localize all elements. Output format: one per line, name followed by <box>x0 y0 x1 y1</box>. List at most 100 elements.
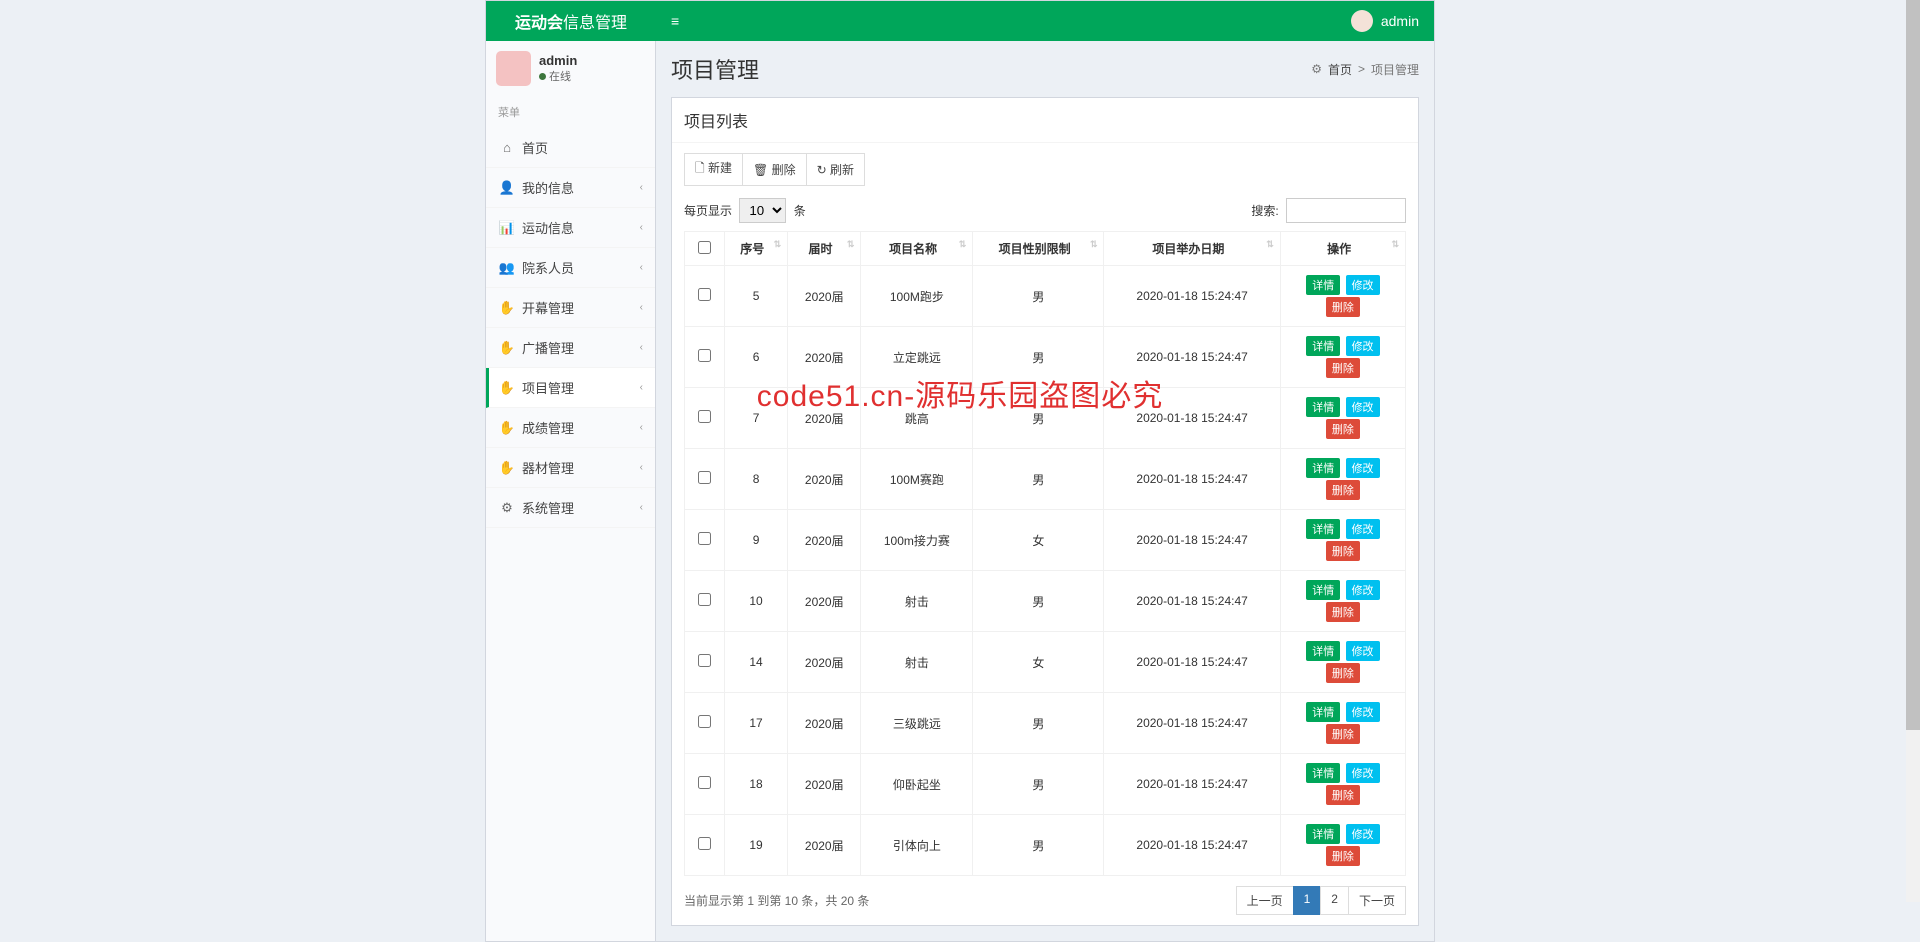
sidebar-item-8[interactable]: ✋器材管理‹ <box>486 448 655 488</box>
col-header[interactable]: 操作⇅ <box>1280 232 1405 266</box>
cell-gender: 女 <box>973 510 1104 571</box>
edit-button[interactable]: 修改 <box>1346 641 1380 661</box>
delete-row-button[interactable]: 删除 <box>1326 297 1360 317</box>
page-1[interactable]: 1 <box>1293 886 1322 915</box>
breadcrumb: ⚙ 首页 > 项目管理 <box>1311 61 1419 78</box>
detail-button[interactable]: 详情 <box>1306 641 1340 661</box>
user-name: admin <box>539 53 577 68</box>
edit-button[interactable]: 修改 <box>1346 824 1380 844</box>
row-checkbox[interactable] <box>698 593 711 606</box>
edit-button[interactable]: 修改 <box>1346 397 1380 417</box>
detail-button[interactable]: 详情 <box>1306 519 1340 539</box>
row-checkbox[interactable] <box>698 471 711 484</box>
search-box: 搜索: <box>1251 198 1406 223</box>
menu-label: 器材管理 <box>522 458 574 477</box>
cell-gender: 男 <box>973 327 1104 388</box>
page-prev[interactable]: 上一页 <box>1236 886 1294 915</box>
edit-button[interactable]: 修改 <box>1346 519 1380 539</box>
chevron-left-icon: ‹ <box>640 422 643 433</box>
sidebar-item-7[interactable]: ✋成绩管理‹ <box>486 408 655 448</box>
menu-label: 我的信息 <box>522 178 574 197</box>
sidebar-item-4[interactable]: ✋开幕管理‹ <box>486 288 655 328</box>
cell-gender: 男 <box>973 449 1104 510</box>
delete-row-button[interactable]: 删除 <box>1326 785 1360 805</box>
page-length-select[interactable]: 10 <box>739 198 786 223</box>
edit-button[interactable]: 修改 <box>1346 275 1380 295</box>
row-checkbox[interactable] <box>698 349 711 362</box>
sidebar-item-6[interactable]: ✋项目管理‹ <box>486 368 655 408</box>
row-checkbox[interactable] <box>698 715 711 728</box>
row-checkbox[interactable] <box>698 532 711 545</box>
delete-row-button[interactable]: 删除 <box>1326 358 1360 378</box>
detail-button[interactable]: 详情 <box>1306 824 1340 844</box>
edit-button[interactable]: 修改 <box>1346 336 1380 356</box>
row-checkbox[interactable] <box>698 776 711 789</box>
sort-icon: ⇅ <box>1391 240 1399 249</box>
cell-id: 19 <box>725 815 788 876</box>
sidebar-item-9[interactable]: ⚙系统管理‹ <box>486 488 655 528</box>
detail-button[interactable]: 详情 <box>1306 763 1340 783</box>
detail-button[interactable]: 详情 <box>1306 275 1340 295</box>
menu-label: 院系人员 <box>522 258 574 277</box>
page-2[interactable]: 2 <box>1320 886 1349 915</box>
brand-logo: 运动会信息管理 <box>486 9 656 33</box>
cell-gender: 女 <box>973 632 1104 693</box>
col-header[interactable]: 项目性别限制⇅ <box>973 232 1104 266</box>
col-header[interactable]: 项目举办日期⇅ <box>1104 232 1280 266</box>
cell-session: 2020届 <box>788 266 861 327</box>
sidebar-item-2[interactable]: 📊运动信息‹ <box>486 208 655 248</box>
refresh-button[interactable]: ↻ 刷新 <box>807 153 865 186</box>
detail-button[interactable]: 详情 <box>1306 580 1340 600</box>
detail-button[interactable]: 详情 <box>1306 458 1340 478</box>
cell-actions: 详情 修改 删除 <box>1280 388 1405 449</box>
cell-name: 三级跳远 <box>861 693 973 754</box>
detail-button[interactable]: 详情 <box>1306 702 1340 722</box>
delete-row-button[interactable]: 删除 <box>1326 846 1360 866</box>
row-checkbox[interactable] <box>698 288 711 301</box>
table-row: 10 2020届 射击 男 2020-01-18 15:24:47 详情 修改 … <box>685 571 1406 632</box>
menu-icon: ✋ <box>498 340 516 356</box>
sort-icon: ⇅ <box>1090 240 1098 249</box>
row-checkbox[interactable] <box>698 654 711 667</box>
delete-row-button[interactable]: 删除 <box>1326 724 1360 744</box>
search-input[interactable] <box>1286 198 1406 223</box>
col-header[interactable]: 序号⇅ <box>725 232 788 266</box>
cell-gender: 男 <box>973 388 1104 449</box>
delete-row-button[interactable]: 删除 <box>1326 541 1360 561</box>
cell-name: 仰卧起坐 <box>861 754 973 815</box>
edit-button[interactable]: 修改 <box>1346 580 1380 600</box>
delete-row-button[interactable]: 删除 <box>1326 419 1360 439</box>
edit-button[interactable]: 修改 <box>1346 702 1380 722</box>
delete-row-button[interactable]: 删除 <box>1326 602 1360 622</box>
user-menu[interactable]: admin <box>1351 10 1434 32</box>
breadcrumb-home[interactable]: 首页 <box>1328 61 1352 78</box>
avatar-icon <box>1351 10 1373 32</box>
detail-button[interactable]: 详情 <box>1306 336 1340 356</box>
delete-row-button[interactable]: 删除 <box>1326 663 1360 683</box>
row-checkbox[interactable] <box>698 410 711 423</box>
col-header[interactable]: 届时⇅ <box>788 232 861 266</box>
cell-id: 9 <box>725 510 788 571</box>
detail-button[interactable]: 详情 <box>1306 397 1340 417</box>
sidebar-item-0[interactable]: ⌂首页 <box>486 128 655 168</box>
delete-row-button[interactable]: 删除 <box>1326 480 1360 500</box>
delete-button[interactable]: 🗑 删除 <box>743 153 807 186</box>
cell-session: 2020届 <box>788 693 861 754</box>
select-all-checkbox[interactable] <box>698 241 711 254</box>
sidebar-item-3[interactable]: 👥院系人员‹ <box>486 248 655 288</box>
new-button[interactable]: 🗋 新建 <box>684 153 743 186</box>
sidebar-item-5[interactable]: ✋广播管理‹ <box>486 328 655 368</box>
page-next[interactable]: 下一页 <box>1348 886 1406 915</box>
menu-icon: ✋ <box>498 460 516 476</box>
row-checkbox[interactable] <box>698 837 711 850</box>
edit-button[interactable]: 修改 <box>1346 763 1380 783</box>
hamburger-icon[interactable]: ≡ <box>656 13 694 29</box>
edit-button[interactable]: 修改 <box>1346 458 1380 478</box>
sidebar-item-1[interactable]: 👤我的信息‹ <box>486 168 655 208</box>
table-row: 6 2020届 立定跳远 男 2020-01-18 15:24:47 详情 修改… <box>685 327 1406 388</box>
browser-scrollbar[interactable] <box>1906 0 1920 902</box>
cell-date: 2020-01-18 15:24:47 <box>1104 693 1280 754</box>
col-header[interactable]: 项目名称⇅ <box>861 232 973 266</box>
cell-id: 8 <box>725 449 788 510</box>
data-table: 序号⇅届时⇅项目名称⇅项目性别限制⇅项目举办日期⇅操作⇅ 5 2020届 100… <box>684 231 1406 876</box>
